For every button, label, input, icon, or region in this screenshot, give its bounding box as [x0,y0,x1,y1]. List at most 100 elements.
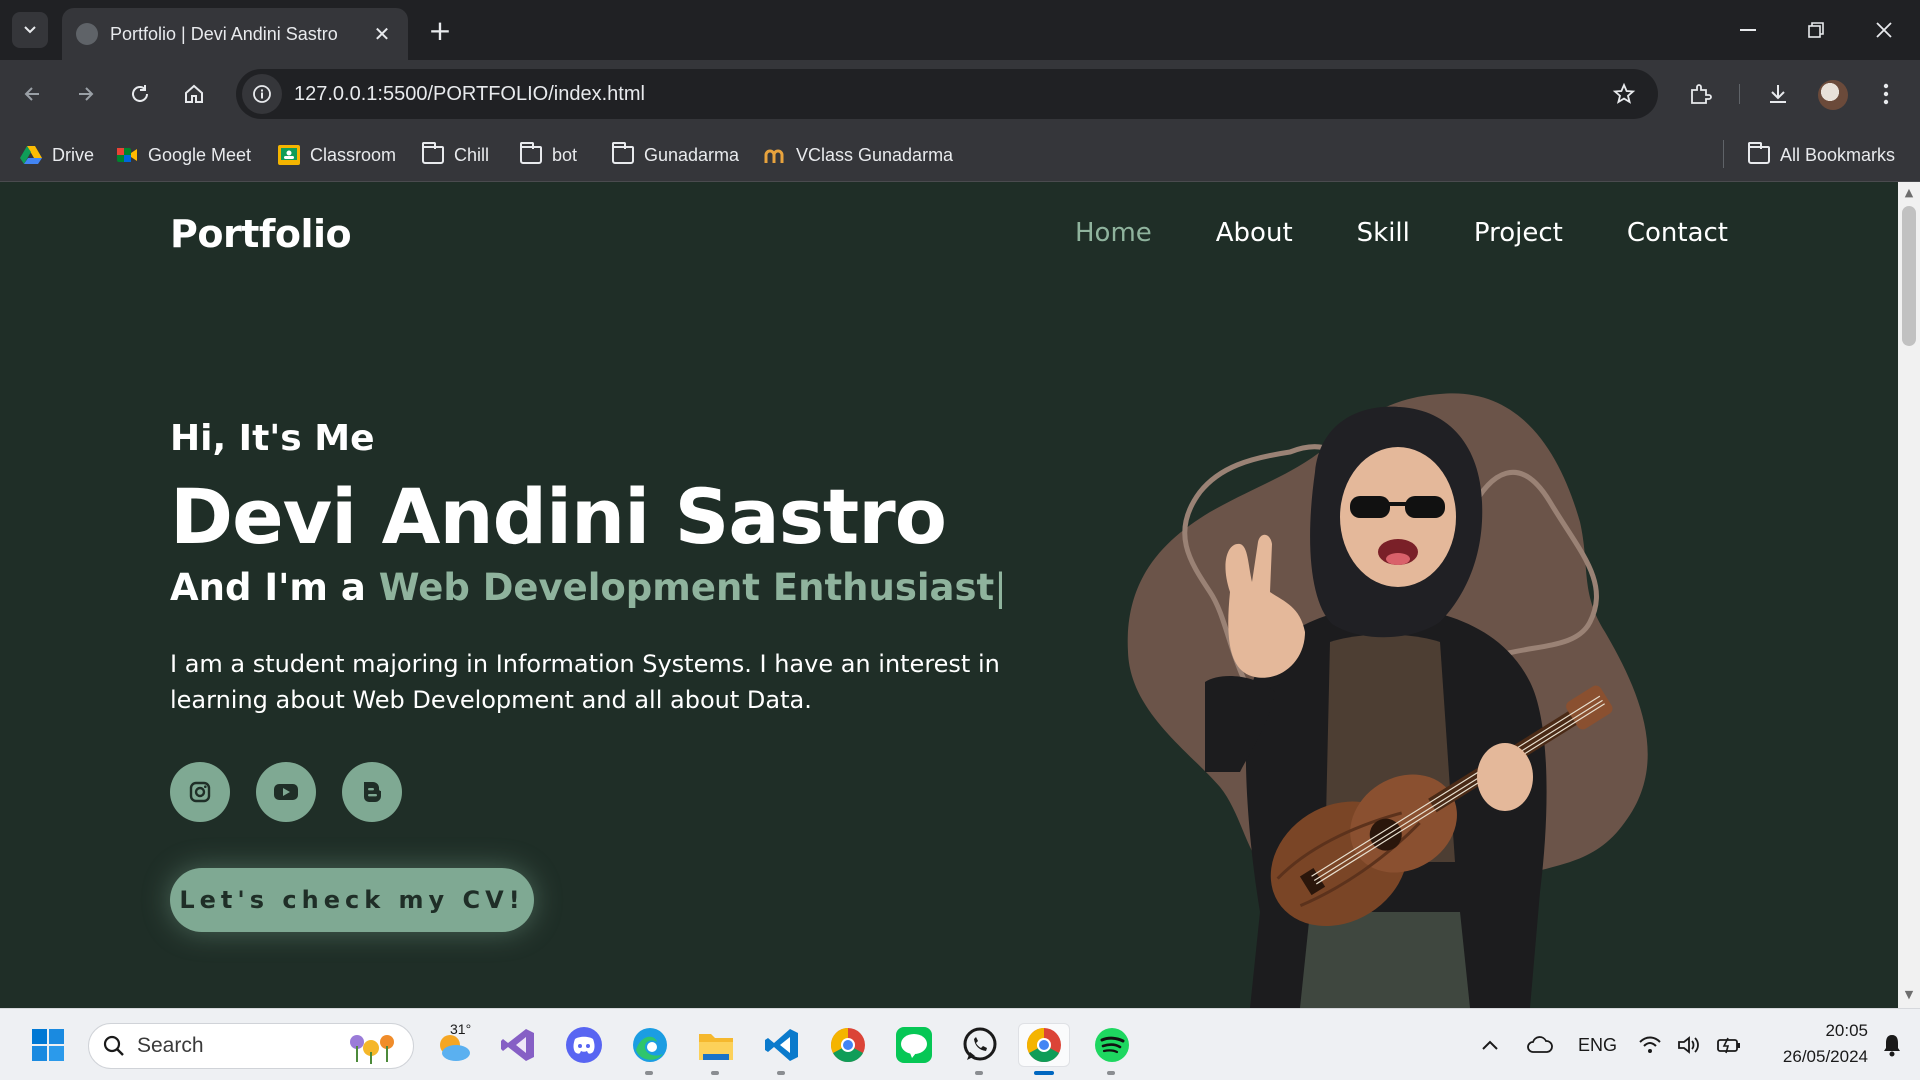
language-indicator[interactable]: ENG [1578,1035,1617,1056]
instagram-link[interactable] [170,762,230,822]
profile-avatar[interactable] [1818,80,1848,110]
extensions-button[interactable] [1680,74,1720,114]
line-icon [896,1027,932,1063]
hero-description: I am a student majoring in Information S… [170,650,1000,714]
page-scrollbar[interactable]: ▲ ▼ [1898,182,1920,1008]
windows-taskbar: Search 31° ENG 20:05 26/05/2024 [0,1008,1920,1080]
blogger-icon [364,782,381,802]
scroll-thumb[interactable] [1902,206,1916,346]
role-highlight: Web Development Enthusiast [378,566,995,609]
forward-button[interactable] [66,74,106,114]
chrome-app-active[interactable] [1018,1023,1070,1067]
bookmark-label: bot [552,144,578,165]
cloud-icon [1527,1036,1553,1053]
line-app[interactable] [892,1023,936,1067]
search-label: Search [137,1034,204,1057]
start-button[interactable] [26,1023,70,1067]
tab-title: Portfolio | Devi Andini Sastro [110,23,338,44]
close-icon[interactable]: ✕ [370,22,394,46]
site-info-button[interactable] [242,74,282,114]
bookmark-classroom[interactable]: Classroom [278,128,396,182]
show-hidden-icons-button[interactable] [1468,1023,1512,1067]
edge-app[interactable] [628,1023,672,1067]
more-vertical-icon [1883,83,1889,105]
nav-project[interactable]: Project [1474,218,1563,248]
visual-studio-app[interactable] [496,1023,540,1067]
quick-settings-button[interactable] [1630,1023,1750,1067]
scroll-down-arrow[interactable]: ▼ [1902,988,1916,1002]
address-bar[interactable]: 127.0.0.1:5500/PORTFOLIO/index.html [236,69,1658,119]
notifications-button[interactable] [1872,1023,1912,1067]
tab-search-button[interactable] [12,12,48,48]
hero-role: And I'm a Web Development Enthusiast| [170,566,1007,609]
visual-studio-icon [501,1029,534,1061]
folder-icon [1748,142,1770,164]
windows-icon [32,1029,64,1061]
nav-about[interactable]: About [1216,218,1293,248]
bookmark-drive[interactable]: Drive [20,128,94,182]
hero-name: Devi Andini Sastro [170,472,947,561]
weather-temperature: 31° [450,1021,472,1037]
onedrive-button[interactable] [1518,1023,1562,1067]
bookmark-vclass-gunadarma[interactable]: VClass Gunadarma [764,128,953,182]
google-meet-icon [117,148,137,162]
minimize-button[interactable] [1714,0,1782,60]
file-explorer-app[interactable] [694,1023,738,1067]
search-icon [103,1035,124,1056]
taskbar-search[interactable]: Search [88,1023,414,1069]
google-drive-icon [20,146,42,164]
site-logo[interactable]: Portfolio [170,212,352,256]
bookmark-star-button[interactable] [1604,74,1644,114]
vscode-icon [765,1029,798,1061]
bell-icon [1884,1035,1900,1057]
whatsapp-app[interactable] [958,1023,1002,1067]
menu-button[interactable] [1866,74,1906,114]
back-button[interactable] [12,74,52,114]
hero-portrait-illustration [1127,393,1648,1008]
bookmark-google-meet[interactable]: Google Meet [116,128,251,182]
bookmark-label: Chill [454,144,490,165]
bookmarks-bar: Drive Google Meet Classroom Chill bot Gu… [0,128,1920,182]
bookmark-label: Google Meet [148,144,252,165]
check-cv-button[interactable]: Let's check my CV! [170,868,534,932]
reload-button[interactable] [120,74,160,114]
nav-skill[interactable]: Skill [1357,218,1410,248]
bookmark-folder-bot[interactable]: bot [520,128,577,182]
new-tab-button[interactable]: + [422,12,458,48]
typing-caret: | [994,566,1007,609]
youtube-link[interactable] [256,762,316,822]
restore-button[interactable] [1782,0,1850,60]
bookmark-folder-gunadarma[interactable]: Gunadarma [612,128,739,182]
blogger-link[interactable] [342,762,402,822]
nav-home[interactable]: Home [1075,218,1152,248]
flowers-icon [350,1035,394,1064]
active-tab[interactable]: Portfolio | Devi Andini Sastro ✕ [62,8,408,60]
scroll-up-arrow[interactable]: ▲ [1902,186,1916,200]
close-icon [1876,22,1892,38]
bookmark-label: Gunadarma [644,144,740,165]
spotify-icon [1095,1028,1129,1062]
google-classroom-icon [278,145,300,165]
puzzle-icon [1691,84,1712,104]
bookmark-label: Drive [52,144,95,165]
download-icon [1770,85,1786,103]
downloads-button[interactable] [1758,74,1798,114]
nav-contact[interactable]: Contact [1627,218,1728,248]
url-text[interactable]: 127.0.0.1:5500/PORTFOLIO/index.html [294,83,1604,106]
close-window-button[interactable] [1850,0,1918,60]
speaker-icon [1678,1036,1699,1054]
clock[interactable]: 20:05 26/05/2024 [1756,1019,1868,1071]
arrow-left-icon [24,87,39,101]
instagram-icon [189,781,211,803]
chevron-up-icon [1482,1040,1498,1050]
vscode-app[interactable] [760,1023,804,1067]
chrome-profile-app[interactable] [826,1023,870,1067]
page-viewport: Portfolio Home About Skill Project Conta… [0,182,1898,1008]
bookmark-folder-chill[interactable]: Chill [422,128,489,182]
clock-date: 26/05/2024 [1782,1047,1868,1066]
all-bookmarks-button[interactable]: All Bookmarks [1748,128,1895,182]
spotify-app[interactable] [1090,1023,1134,1067]
discord-app[interactable] [562,1023,606,1067]
discord-icon [566,1027,602,1063]
home-button[interactable] [174,74,214,114]
